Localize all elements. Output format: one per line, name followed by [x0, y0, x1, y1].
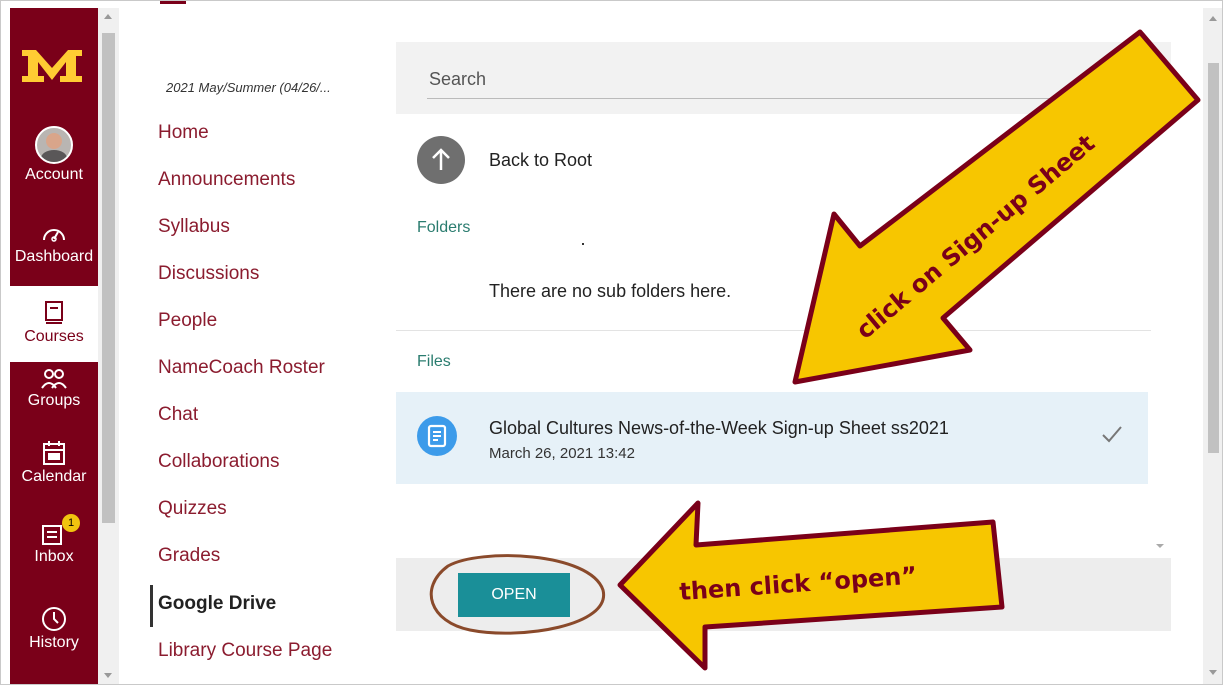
annotation-arrow-top: click on Sign-up Sheet	[792, 29, 1201, 385]
annotation-overlay: click on Sign-up Sheet then click “open”	[429, 29, 1201, 671]
annotation-arrow-bottom: then click “open”	[617, 500, 1005, 671]
highlight-circle	[429, 554, 605, 635]
